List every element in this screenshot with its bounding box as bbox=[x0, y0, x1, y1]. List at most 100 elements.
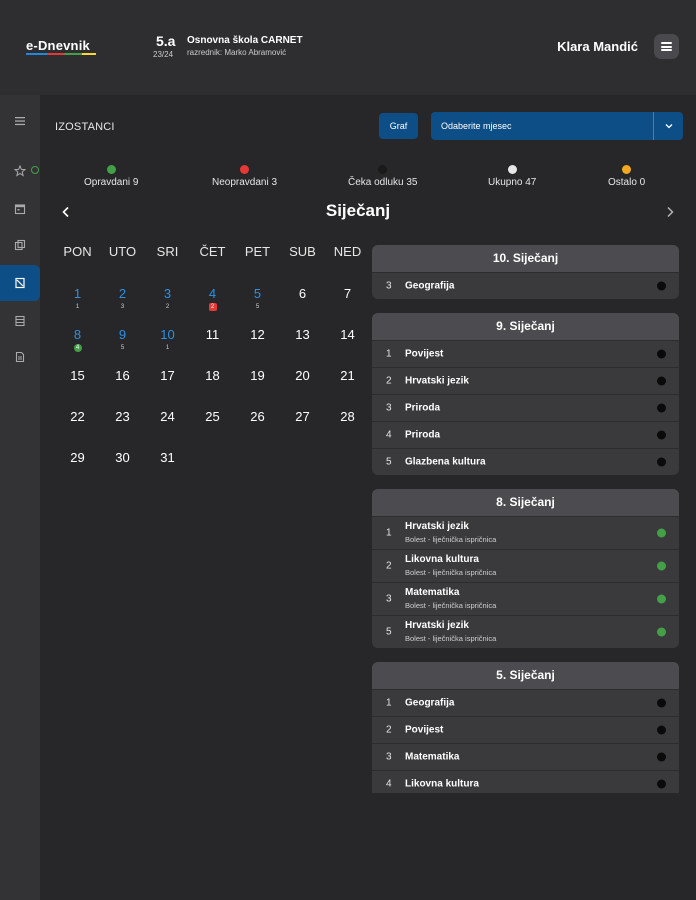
stat-ceka-odluku: Čeka odluku 35 bbox=[348, 165, 418, 188]
absence-row[interactable]: 1 Hrvatski jezik Bolest - liječnička ispri… bbox=[372, 516, 679, 549]
calendar-day[interactable]: 7 bbox=[325, 286, 370, 327]
subject-name: Geografija bbox=[405, 697, 455, 709]
period-number: 3 bbox=[386, 280, 392, 292]
sidebar-item-menu[interactable] bbox=[0, 103, 40, 139]
calendar-day-number: 17 bbox=[160, 368, 175, 383]
period-number: 5 bbox=[386, 456, 392, 468]
calendar-day[interactable]: 17 bbox=[145, 368, 190, 409]
sidebar-item-absences[interactable] bbox=[0, 265, 40, 301]
chevron-down-icon[interactable] bbox=[663, 120, 675, 132]
sidebar-item-favorites[interactable] bbox=[0, 153, 40, 189]
user-name[interactable]: Klara Mandić bbox=[557, 39, 638, 54]
absence-row[interactable]: 3 Matematika Bolest - liječnička ispričnic… bbox=[372, 582, 679, 615]
chevron-right-icon[interactable] bbox=[664, 205, 676, 219]
calendar-day-number: 18 bbox=[205, 368, 220, 383]
calendar-day[interactable]: 11 bbox=[190, 327, 235, 368]
absence-count-badge: 5 bbox=[255, 304, 260, 310]
app-logo[interactable]: e-Dnevnik bbox=[26, 38, 90, 53]
graf-button[interactable]: Graf bbox=[379, 113, 418, 139]
calendar-day[interactable]: 32 bbox=[145, 286, 190, 327]
absence-row[interactable]: 2 Likovna kultura Bolest - liječnička ispr… bbox=[372, 549, 679, 582]
subject-name: Likovna kultura bbox=[405, 778, 479, 790]
calendar-day[interactable]: 25 bbox=[190, 409, 235, 450]
month-title: Siječanj bbox=[325, 201, 391, 220]
absence-count-badge: 1 bbox=[75, 304, 80, 310]
stat-neopravdani: Neopravdani 3 bbox=[212, 165, 277, 188]
month-select[interactable]: Odaberite mjesec bbox=[431, 112, 683, 140]
absence-row[interactable]: 2 Hrvatski jezik bbox=[372, 367, 679, 394]
stat-ostalo-label: Ostalo 0 bbox=[608, 177, 646, 188]
calendar-day[interactable]: 31 bbox=[145, 450, 190, 491]
stat-neopravdani-label: Neopravdani 3 bbox=[212, 177, 278, 188]
period-number: 4 bbox=[386, 429, 392, 441]
calendar-day[interactable]: 19 bbox=[235, 368, 280, 409]
calendar-day-number: 27 bbox=[295, 409, 310, 424]
weekday-label: PET bbox=[244, 244, 271, 259]
calendar-day-number: 9 bbox=[118, 327, 127, 342]
calendar-day-number: 16 bbox=[115, 368, 130, 383]
calendar-day[interactable]: 30 bbox=[100, 450, 145, 491]
calendar-day[interactable]: 6 bbox=[280, 286, 325, 327]
absence-row[interactable]: 3 Matematika bbox=[372, 743, 679, 770]
absence-row[interactable]: 1 Povijest bbox=[372, 340, 679, 367]
calendar-day[interactable]: 26 bbox=[235, 409, 280, 450]
subject-name: Likovna kultura bbox=[405, 554, 479, 565]
subject-name: Hrvatski jezik bbox=[405, 521, 469, 532]
green-dot-icon bbox=[106, 165, 116, 174]
status-dot-icon bbox=[657, 281, 666, 291]
status-dot-icon bbox=[657, 627, 666, 637]
calendar-day[interactable]: 10 1 bbox=[145, 327, 190, 368]
main-menu-button[interactable] bbox=[654, 34, 679, 59]
calendar-day[interactable]: 21 bbox=[325, 368, 370, 409]
period-number: 3 bbox=[386, 751, 392, 763]
calendar-day[interactable]: 11 bbox=[55, 286, 100, 327]
subject-name: Matematika bbox=[405, 751, 460, 763]
sidebar-item-copy[interactable] bbox=[0, 227, 40, 263]
calendar-day[interactable]: 84 bbox=[55, 327, 100, 368]
absence-row[interactable]: 3 Priroda bbox=[372, 394, 679, 421]
calendar-day[interactable]: 95 bbox=[100, 327, 145, 368]
absence-row[interactable]: 3 Geografija bbox=[372, 272, 679, 299]
absence-row[interactable]: 4 Priroda bbox=[372, 421, 679, 448]
absence-row[interactable]: 2 Povijest bbox=[372, 716, 679, 743]
status-dot-icon bbox=[657, 403, 666, 413]
school-name: Osnovna škola CARNET bbox=[187, 35, 303, 46]
copy-icon bbox=[14, 239, 26, 251]
calendar-day[interactable]: 23 bbox=[100, 286, 145, 327]
calendar-day[interactable]: 20 bbox=[280, 368, 325, 409]
calendar-day[interactable]: 22 bbox=[55, 409, 100, 450]
calendar-day[interactable]: 14 bbox=[325, 327, 370, 368]
absence-count-badge: 2 bbox=[165, 304, 170, 310]
absence-row[interactable]: 5 Glazbena kultura bbox=[372, 448, 679, 475]
weekday-label: SRI bbox=[156, 244, 179, 259]
calendar-day[interactable]: 16 bbox=[100, 368, 145, 409]
absence-row[interactable]: 1 Geografija bbox=[372, 689, 679, 716]
calendar-day[interactable]: 28 bbox=[325, 409, 370, 450]
calendar-day[interactable]: 23 bbox=[100, 409, 145, 450]
subject-name: Geografija bbox=[405, 280, 455, 292]
subject-name: Povijest bbox=[405, 724, 444, 736]
calendar-day[interactable]: 55 bbox=[235, 286, 280, 327]
sidebar-item-document[interactable] bbox=[0, 339, 40, 375]
calendar-day-number: 8 bbox=[73, 327, 82, 342]
calendar-day[interactable]: 15 bbox=[55, 368, 100, 409]
weekday-label: SUB bbox=[289, 244, 316, 259]
absence-day-title: 10. Siječanj bbox=[372, 245, 679, 272]
period-number: 2 bbox=[386, 375, 392, 387]
sidebar-item-list[interactable] bbox=[0, 303, 40, 339]
calendar-weekdays: PON UTO SRI ČET PET SUB NED bbox=[55, 244, 369, 264]
stat-opravdani: Opravdani 9 bbox=[84, 165, 138, 188]
calendar-day[interactable]: 42 bbox=[190, 286, 235, 327]
calendar-day-number: 15 bbox=[70, 368, 85, 383]
calendar-day[interactable]: 12 bbox=[235, 327, 280, 368]
calendar-day[interactable]: 27 bbox=[280, 409, 325, 450]
calendar-day-number: 25 bbox=[205, 409, 220, 424]
calendar-day[interactable]: 18 bbox=[190, 368, 235, 409]
calendar: PON UTO SRI ČET PET SUB NED 1 1 2 3 3 2 4 2 5 5 6 7 8 4 9 5 10… bbox=[55, 244, 369, 491]
calendar-day[interactable]: 24 bbox=[145, 409, 190, 450]
absence-day-title: 9. Siječanj bbox=[372, 313, 679, 340]
calendar-day[interactable]: 29 bbox=[55, 450, 100, 491]
absence-row[interactable]: 5 Hrvatski jezik Bolest - liječnička ispri… bbox=[372, 615, 679, 648]
calendar-day[interactable]: 13 bbox=[280, 327, 325, 368]
absence-row[interactable]: 4 Likovna kultura bbox=[372, 770, 679, 793]
